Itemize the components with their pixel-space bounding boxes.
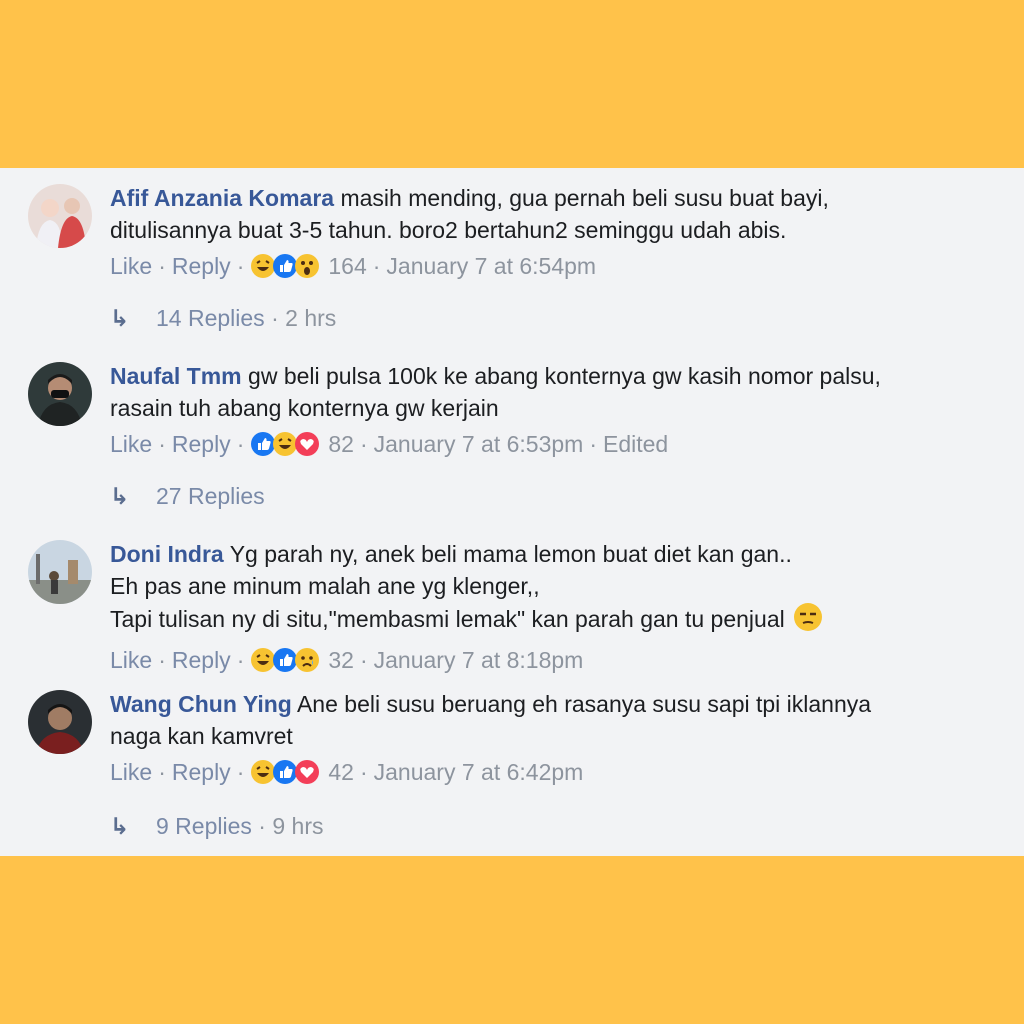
- like-link[interactable]: Like: [110, 250, 152, 282]
- author-name[interactable]: Doni Indra: [110, 541, 224, 567]
- comment-text: rasain tuh abang konternya gw kerjain: [110, 395, 499, 421]
- love-reaction-icon: [294, 759, 320, 785]
- like-link[interactable]: Like: [110, 756, 152, 788]
- reply-arrow-icon: ↳: [110, 305, 130, 331]
- reactions[interactable]: [250, 759, 320, 785]
- comment-text: Yg parah ny, anek beli mama lemon buat d…: [229, 541, 792, 567]
- wow-reaction-icon: [294, 253, 320, 279]
- reply-link[interactable]: Reply: [172, 644, 231, 676]
- sad-reaction-icon: [294, 647, 320, 673]
- reply-link[interactable]: Reply: [172, 250, 231, 282]
- view-replies[interactable]: ↳ 27 Replies: [110, 480, 265, 512]
- comment-text: ditulisannya buat 3-5 tahun. boro2 berta…: [110, 217, 787, 243]
- replies-count[interactable]: 27 Replies: [156, 483, 265, 509]
- reaction-count[interactable]: 82: [328, 428, 354, 460]
- view-replies[interactable]: ↳ 9 Replies · 9 hrs: [110, 810, 323, 842]
- reply-link[interactable]: Reply: [172, 756, 231, 788]
- reactions[interactable]: [250, 253, 320, 279]
- view-replies[interactable]: ↳ 14 Replies · 2 hrs: [110, 302, 336, 334]
- reaction-count[interactable]: 32: [328, 644, 354, 676]
- comment-text: naga kan kamvret: [110, 723, 293, 749]
- avatar[interactable]: [28, 690, 92, 754]
- reactions[interactable]: [250, 431, 320, 457]
- avatar[interactable]: [28, 362, 92, 426]
- comment-text: Tapi tulisan ny di situ,"membasmi lemak"…: [110, 606, 785, 633]
- comment-actions: Like · Reply · 82 · January 7 at 6:53pm …: [110, 428, 990, 460]
- timestamp[interactable]: January 7 at 6:54pm: [386, 250, 596, 282]
- author-name[interactable]: Wang Chun Ying: [110, 691, 292, 717]
- comment-actions: Like · Reply · 164 · January 7 at 6:54pm: [110, 250, 990, 282]
- reply-arrow-icon: ↳: [110, 483, 130, 509]
- love-reaction-icon: [294, 431, 320, 457]
- author-name[interactable]: Naufal Tmm: [110, 363, 242, 389]
- comment-text: Eh pas ane minum malah ane yg klenger,,: [110, 573, 540, 599]
- timestamp[interactable]: January 7 at 8:18pm: [374, 644, 584, 676]
- avatar[interactable]: [28, 540, 92, 604]
- like-link[interactable]: Like: [110, 644, 152, 676]
- replies-time: 9 hrs: [272, 813, 324, 839]
- unamused-face-icon: [793, 602, 823, 640]
- comment-text: Ane beli susu beruang eh rasanya susu sa…: [296, 691, 872, 717]
- reaction-count[interactable]: 42: [328, 756, 354, 788]
- like-link[interactable]: Like: [110, 428, 152, 460]
- reaction-count[interactable]: 164: [328, 250, 366, 282]
- timestamp[interactable]: January 7 at 6:53pm: [374, 428, 584, 460]
- reactions[interactable]: [250, 647, 320, 673]
- replies-count[interactable]: 9 Replies: [156, 813, 252, 839]
- edited-label[interactable]: Edited: [603, 428, 668, 460]
- comment-panel: Afif Anzania Komara masih mending, gua p…: [0, 168, 1024, 856]
- author-name[interactable]: Afif Anzania Komara: [110, 185, 334, 211]
- replies-time: 2 hrs: [285, 305, 337, 331]
- replies-count[interactable]: 14 Replies: [156, 305, 265, 331]
- avatar[interactable]: [28, 184, 92, 248]
- comment-text: gw beli pulsa 100k ke abang konternya gw…: [248, 363, 881, 389]
- reply-arrow-icon: ↳: [110, 813, 130, 839]
- timestamp[interactable]: January 7 at 6:42pm: [374, 756, 584, 788]
- comment-actions: Like · Reply · 32 · January 7 at 8:18pm: [110, 644, 990, 676]
- comment-text: masih mending, gua pernah beli susu buat…: [340, 185, 829, 211]
- comment-actions: Like · Reply · 42 · January 7 at 6:42pm: [110, 756, 990, 788]
- reply-link[interactable]: Reply: [172, 428, 231, 460]
